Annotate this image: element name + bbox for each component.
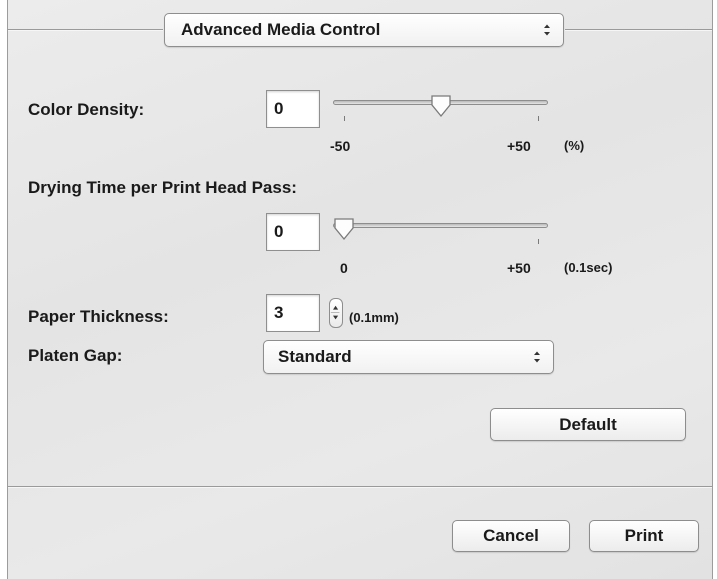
color-density-unit-label: (%): [564, 138, 585, 153]
default-button[interactable]: Default: [490, 408, 686, 441]
color-density-min-label: -50: [330, 138, 351, 154]
up-down-arrows-icon: [544, 24, 550, 36]
color-density-tick-min: [344, 116, 345, 121]
paper-thickness-stepper[interactable]: [329, 298, 343, 328]
platen-gap-label: Platen Gap:: [28, 346, 123, 365]
color-density-tick-max: [538, 116, 539, 121]
drying-time-label: Drying Time per Print Head Pass:: [28, 178, 297, 197]
drying-time-slider-track[interactable]: [333, 223, 548, 228]
print-dialog-panel: Advanced Media Control Color Density: 0 …: [7, 0, 713, 579]
print-button[interactable]: Print: [589, 520, 699, 552]
color-density-field[interactable]: 0: [266, 90, 320, 128]
paper-thickness-unit-label: (0.1mm): [349, 310, 399, 325]
platen-gap-selected: Standard: [278, 347, 352, 366]
panel-select-popup[interactable]: Advanced Media Control: [164, 13, 564, 47]
drying-time-min-label: 0: [340, 260, 348, 276]
slider-thumb-icon[interactable]: [333, 217, 355, 241]
drying-time-tick-max: [538, 239, 539, 244]
slider-thumb-icon[interactable]: [430, 94, 452, 118]
panel-select-label: Advanced Media Control: [181, 20, 381, 39]
color-density-label: Color Density:: [28, 100, 145, 119]
drying-time-field[interactable]: 0: [266, 213, 320, 251]
drying-time-max-label: +50: [507, 260, 531, 276]
paper-thickness-label: Paper Thickness:: [28, 307, 169, 326]
color-density-max-label: +50: [507, 138, 531, 154]
stepper-icon: [330, 305, 340, 320]
paper-thickness-field[interactable]: 3: [266, 294, 320, 332]
top-separator-right: [565, 29, 712, 31]
drying-time-unit-label: (0.1sec): [564, 260, 613, 275]
cancel-button[interactable]: Cancel: [452, 520, 570, 552]
bottom-separator: [8, 486, 712, 488]
up-down-arrows-icon: [534, 351, 540, 363]
top-separator-left: [8, 29, 163, 31]
platen-gap-select[interactable]: Standard: [263, 340, 554, 374]
